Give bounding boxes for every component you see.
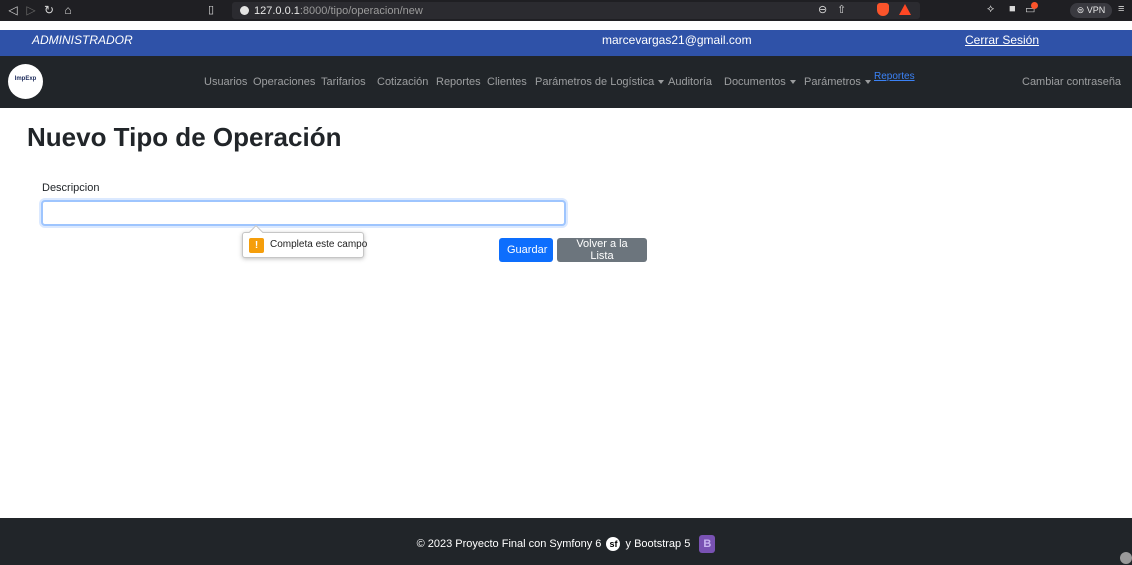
admin-strip: ADMINISTRADOR marcevargas21@gmail.com Ce… bbox=[0, 30, 1132, 56]
zoom-icon[interactable]: ⊖ bbox=[818, 3, 827, 16]
page-title: Nuevo Tipo de Operación bbox=[27, 122, 342, 152]
user-email: marcevargas21@gmail.com bbox=[602, 33, 752, 47]
nav-clientes[interactable]: Clientes bbox=[487, 76, 527, 88]
nav-cotizacion[interactable]: Cotización bbox=[377, 76, 428, 88]
user-role: ADMINISTRADOR bbox=[32, 33, 133, 47]
nav-auditoria[interactable]: Auditoría bbox=[668, 76, 712, 88]
change-password-link[interactable]: Cambiar contraseña bbox=[1022, 76, 1121, 88]
address-bar[interactable]: 127.0.0.1:8000/tipo/operacion/new bbox=[232, 2, 920, 19]
share-icon[interactable]: ⇧ bbox=[837, 3, 846, 16]
home-icon[interactable]: ⌂ bbox=[61, 3, 75, 17]
bootstrap-icon: B bbox=[699, 535, 716, 553]
descripcion-label: Descripcion bbox=[42, 182, 100, 194]
footer: © 2023 Proyecto Final con Symfony 6 sf y… bbox=[0, 518, 1132, 565]
brave-shields-icon[interactable] bbox=[877, 3, 889, 16]
menu-icon[interactable]: ≡ bbox=[1118, 3, 1124, 15]
symfony-toolbar-icon[interactable] bbox=[1120, 552, 1132, 564]
back-to-list-button[interactable]: Volver a la Lista bbox=[557, 238, 647, 262]
chevron-down-icon bbox=[864, 80, 871, 85]
nav-usuarios[interactable]: Usuarios bbox=[204, 76, 247, 88]
site-info-icon[interactable] bbox=[240, 6, 249, 15]
bookmark-icon[interactable]: ▯ bbox=[208, 3, 214, 16]
sidebar-icon[interactable]: ■ bbox=[1009, 3, 1016, 15]
nav-documentos[interactable]: Documentos bbox=[724, 76, 796, 88]
address-bar-url: 127.0.0.1:8000/tipo/operacion/new bbox=[254, 5, 423, 17]
descripcion-input[interactable] bbox=[41, 200, 566, 226]
impexp-logo[interactable]: ImpExp bbox=[8, 64, 43, 99]
extensions-icon[interactable]: ⟡ bbox=[987, 3, 994, 16]
nav-parametros-logistica[interactable]: Parámetros de Logística bbox=[535, 76, 665, 88]
warning-icon: ! bbox=[249, 238, 264, 253]
footer-text: © 2023 Proyecto Final con Symfony 6 sf y… bbox=[0, 535, 1132, 553]
brave-rewards-icon[interactable] bbox=[899, 4, 911, 15]
nav-reportes[interactable]: Reportes bbox=[436, 76, 481, 88]
save-button[interactable]: Guardar bbox=[499, 238, 553, 262]
vpn-button[interactable]: ⊜ VPN bbox=[1070, 3, 1112, 18]
nav-tarifarios[interactable]: Tarifarios bbox=[321, 76, 366, 88]
symfony-icon: sf bbox=[606, 537, 621, 551]
logout-link[interactable]: Cerrar Sesión bbox=[965, 33, 1039, 47]
reload-icon[interactable]: ↻ bbox=[42, 3, 56, 17]
notification-badge bbox=[1031, 2, 1038, 9]
tooltip-arrow bbox=[248, 224, 264, 240]
nav-operaciones[interactable]: Operaciones bbox=[253, 76, 315, 88]
main-navbar: ImpExp Usuarios Operaciones Tarifarios C… bbox=[0, 56, 1132, 108]
validation-tooltip: ! Completa este campo bbox=[242, 224, 368, 258]
browser-toolbar: ◁ ▷ ↻ ⌂ ▯ 127.0.0.1:8000/tipo/operacion/… bbox=[0, 0, 1132, 21]
chevron-down-icon bbox=[658, 80, 665, 85]
chevron-down-icon bbox=[789, 80, 796, 85]
validation-message: Completa este campo bbox=[270, 239, 368, 250]
nav-reportes-link[interactable]: Reportes bbox=[874, 71, 915, 82]
back-icon[interactable]: ◁ bbox=[6, 3, 20, 17]
nav-parametros[interactable]: Parámetros bbox=[804, 76, 871, 88]
forward-icon[interactable]: ▷ bbox=[24, 3, 38, 17]
